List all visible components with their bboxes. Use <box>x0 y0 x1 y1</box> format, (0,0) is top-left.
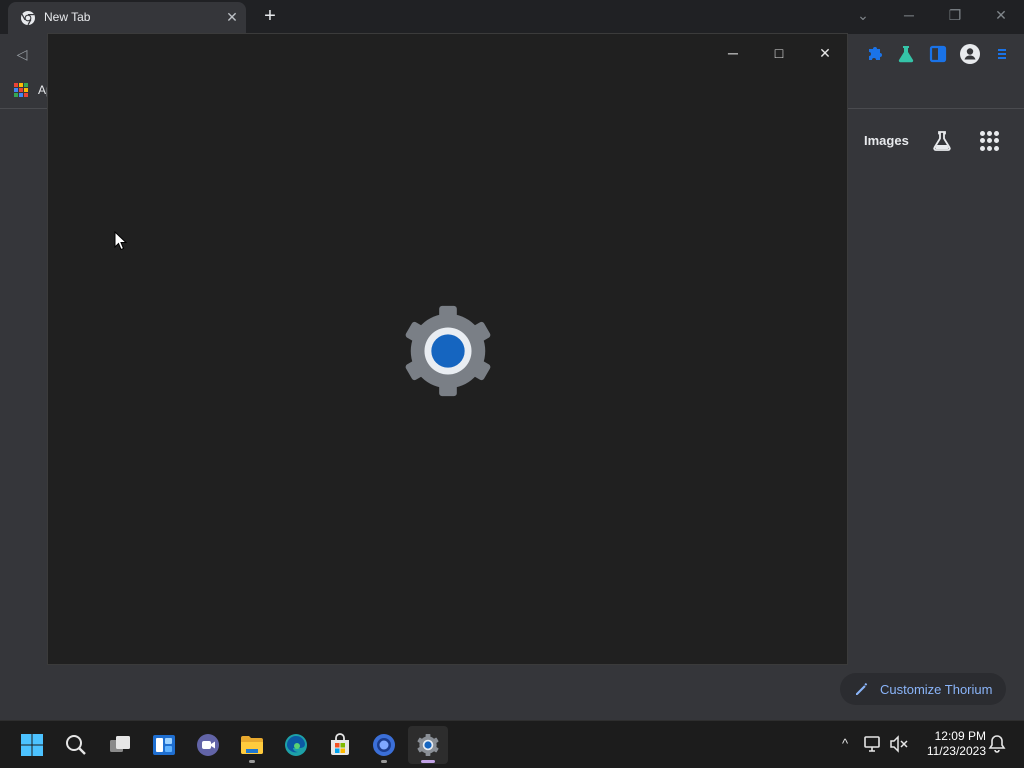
tab-search-icon[interactable]: ⌄ <box>852 4 874 26</box>
labs-icon[interactable] <box>930 129 954 153</box>
notification-icon[interactable] <box>986 733 1008 755</box>
task-view-button[interactable] <box>100 726 140 764</box>
browser-tabstrip: New Tab ✕ + ⌄ ─ ❐ ✕ <box>0 0 1024 34</box>
gear-icon <box>405 305 491 397</box>
apps-grid-icon[interactable] <box>14 83 28 97</box>
taskbar-clock[interactable]: 12:09 PM 11/23/2023 <box>918 729 986 759</box>
store-icon <box>331 733 349 755</box>
customize-label: Customize Thorium <box>880 682 993 697</box>
chrome-icon <box>21 11 35 26</box>
widgets-icon <box>153 735 175 755</box>
labs-flask-icon[interactable] <box>894 42 918 66</box>
tab-title: New Tab <box>44 10 91 24</box>
side-panel-icon[interactable] <box>926 42 950 66</box>
volume-muted-icon[interactable] <box>888 733 910 755</box>
active-indicator <box>421 760 435 763</box>
google-apps-icon[interactable] <box>980 131 1000 151</box>
tray-overflow-icon[interactable]: ^ <box>834 733 856 755</box>
file-explorer-button[interactable] <box>232 726 272 764</box>
running-indicator <box>249 760 255 763</box>
edge-button[interactable] <box>276 726 316 764</box>
window-close-button[interactable]: ✕ <box>802 38 848 68</box>
thorium-icon <box>373 734 395 756</box>
images-link[interactable]: Images <box>864 133 909 148</box>
settings-button[interactable] <box>408 726 448 764</box>
store-button[interactable] <box>320 726 360 764</box>
tab-new-tab[interactable]: New Tab ✕ <box>8 2 246 34</box>
taskbar: ^ 12:09 PM 11/23/2023 <box>0 720 1024 768</box>
window-maximize-button[interactable]: □ <box>756 38 802 68</box>
window-minimize-button[interactable]: ─ <box>710 38 756 68</box>
tab-close-icon[interactable]: ✕ <box>224 8 240 26</box>
customize-button[interactable]: Customize Thorium <box>840 673 1006 705</box>
extensions-icon[interactable] <box>862 42 886 66</box>
windows-start-icon <box>21 734 43 756</box>
settings-window: ─ □ ✕ <box>47 33 848 665</box>
chat-icon <box>197 734 219 756</box>
browser-restore-button[interactable]: ❐ <box>932 0 978 30</box>
chat-button[interactable] <box>188 726 228 764</box>
network-icon[interactable] <box>862 733 884 755</box>
clock-date: 11/23/2023 <box>926 744 986 758</box>
edge-icon <box>285 734 307 756</box>
widgets-button[interactable] <box>144 726 184 764</box>
start-button[interactable] <box>12 726 52 764</box>
running-indicator <box>381 760 387 763</box>
folder-icon <box>241 736 263 754</box>
profile-icon[interactable] <box>958 42 982 66</box>
pencil-icon <box>856 683 868 695</box>
mouse-cursor-icon <box>114 231 128 251</box>
new-tab-button[interactable]: + <box>258 4 282 28</box>
back-icon[interactable]: ◁ <box>10 44 34 64</box>
taskbar-search-button[interactable] <box>56 726 96 764</box>
browser-close-button[interactable]: ✕ <box>978 0 1024 30</box>
search-icon <box>66 735 86 755</box>
task-view-icon <box>110 736 130 752</box>
thorium-button[interactable] <box>364 726 404 764</box>
browser-minimize-button[interactable]: ─ <box>886 0 932 30</box>
clock-time: 12:09 PM <box>934 729 986 743</box>
menu-icon[interactable] <box>990 42 1014 66</box>
settings-gear-icon <box>417 733 439 757</box>
